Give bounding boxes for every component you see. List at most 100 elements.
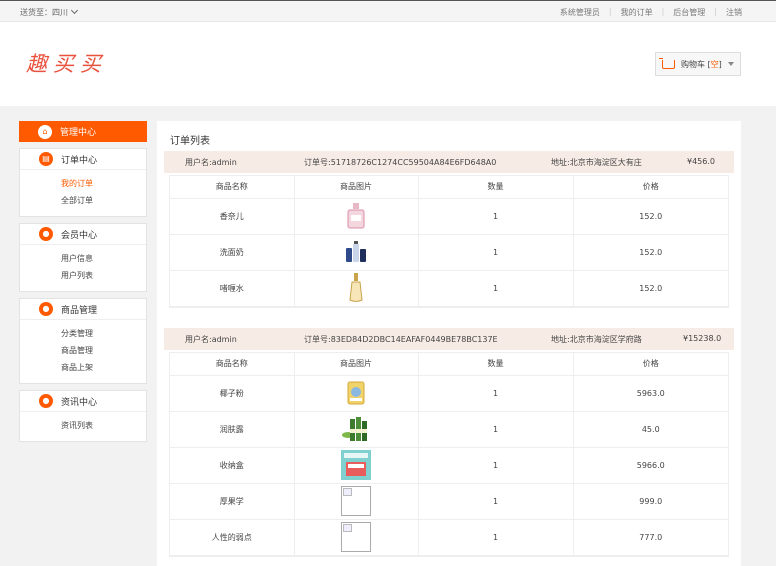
item-image-cell — [294, 198, 419, 235]
column-header: 数量 — [418, 176, 574, 199]
order-header: 用户名:admin 订单号:83ED84D2DBC14EAFAF0449BE78… — [164, 328, 734, 350]
order-user: 用户名:admin — [185, 335, 237, 344]
sidebar-group-label: 会员中心 — [61, 230, 98, 241]
table-row: 啫喱水 1 152.0 — [170, 270, 728, 307]
divider: | — [608, 7, 612, 16]
user-icon: ● — [39, 394, 53, 408]
ship-to-selector[interactable]: 送货至：四川 — [20, 6, 79, 18]
order-user: 用户名:admin — [185, 158, 237, 167]
item-name: 厚果学 — [170, 483, 295, 520]
sidebar-group-products: ● 商品管理 分类管理 商品管理 商品上架 — [19, 298, 147, 384]
order-address: 地址:北京市海淀区大有庄 — [551, 158, 642, 167]
sidebar-group-orders: ▤ 订单中心 我的订单 全部订单 — [19, 148, 147, 217]
item-price: 5966.0 — [573, 447, 728, 484]
item-qty: 1 — [418, 447, 574, 484]
gel-bottle-image[interactable] — [349, 273, 363, 303]
item-image-cell — [294, 519, 419, 556]
item-qty: 1 — [418, 375, 574, 412]
lotion-bottles-image[interactable] — [342, 415, 370, 443]
site-header: 趣买买 购物车 [ 空 ] — [0, 22, 776, 106]
sidebar-item-news-list[interactable]: 资讯列表 — [61, 417, 146, 434]
top-link-admin[interactable]: 系统管理员 — [560, 7, 600, 18]
order-items-table: 商品名称 商品图片 数量 价格 香奈儿 1 152.0 洗面奶 1 152.0 … — [170, 176, 728, 307]
sidebar-group-label: 资讯中心 — [61, 397, 98, 408]
chevron-down-icon — [70, 6, 79, 15]
user-icon: ● — [39, 227, 53, 241]
broken-image-icon[interactable] — [341, 486, 371, 516]
item-qty: 1 — [418, 234, 574, 271]
item-image-cell — [294, 447, 419, 484]
sidebar-group-members: ● 会员中心 用户信息 用户列表 — [19, 223, 147, 292]
cleanser-bottles-image[interactable] — [345, 240, 367, 264]
order-card: 用户名:admin 订单号:83ED84D2DBC14EAFAF0449BE78… — [164, 328, 734, 557]
broken-image-icon[interactable] — [341, 522, 371, 552]
item-name: 啫喱水 — [170, 270, 295, 307]
cart-button[interactable]: 购物车 [ 空 ] — [655, 52, 741, 76]
sidebar-item-all-orders[interactable]: 全部订单 — [61, 192, 146, 209]
ship-to-label: 送货至：四川 — [20, 8, 68, 17]
coconut-powder-image[interactable] — [346, 380, 366, 406]
sidebar: ⌂ 管理中心 ▤ 订单中心 我的订单 全部订单 ● 会员中心 用户信息 用户列表… — [19, 121, 147, 442]
order-items: 商品名称 商品图片 数量 价格 香奈儿 1 152.0 洗面奶 1 152.0 … — [169, 175, 729, 308]
item-name: 椰子粉 — [170, 375, 295, 412]
item-name: 人性的弱点 — [170, 519, 295, 556]
item-qty: 1 — [418, 519, 574, 556]
item-price: 152.0 — [573, 234, 728, 271]
item-price: 999.0 — [573, 483, 728, 520]
document-icon: ▤ — [39, 152, 53, 166]
sidebar-item-category-manage[interactable]: 分类管理 — [61, 325, 146, 342]
column-header: 商品图片 — [294, 176, 419, 199]
item-price: 152.0 — [573, 270, 728, 307]
sidebar-group-title[interactable]: ▤ 订单中心 — [20, 149, 146, 170]
table-header-row: 商品名称 商品图片 数量 价格 — [170, 353, 728, 376]
cart-label-close: ] — [718, 59, 722, 69]
item-image-cell — [294, 270, 419, 307]
top-link-backend[interactable]: 后台管理 — [673, 7, 705, 18]
sidebar-group-title[interactable]: ● 会员中心 — [20, 224, 146, 245]
item-price: 152.0 — [573, 198, 728, 235]
top-link-logout[interactable]: 注销 — [726, 7, 742, 18]
divider: | — [661, 7, 665, 16]
home-icon: ⌂ — [38, 124, 52, 139]
caret-down-icon — [727, 62, 734, 66]
perfume-bottle-image[interactable] — [347, 203, 365, 229]
item-price: 777.0 — [573, 519, 728, 556]
top-link-my-orders[interactable]: 我的订单 — [621, 7, 653, 18]
sidebar-group-title[interactable]: ● 资讯中心 — [20, 391, 146, 412]
column-header: 价格 — [573, 353, 728, 376]
item-qty: 1 — [418, 198, 574, 235]
sidebar-item-user-list[interactable]: 用户列表 — [61, 267, 146, 284]
item-qty: 1 — [418, 270, 574, 307]
column-header: 数量 — [418, 353, 574, 376]
order-items: 商品名称 商品图片 数量 价格 椰子粉 1 5963.0 润肤露 1 45.0 … — [169, 352, 729, 557]
cart-icon — [659, 57, 675, 69]
order-total: ¥456.0 — [687, 157, 715, 166]
item-name: 收纳盒 — [170, 447, 295, 484]
sidebar-group-label: 订单中心 — [61, 155, 98, 166]
column-header: 商品名称 — [170, 176, 295, 199]
item-image-cell — [294, 411, 419, 448]
page-title: 订单列表 — [170, 136, 210, 147]
item-name: 洗面奶 — [170, 234, 295, 271]
logo[interactable]: 趣买买 — [26, 48, 107, 78]
sidebar-item-user-info[interactable]: 用户信息 — [61, 250, 146, 267]
item-image-cell — [294, 234, 419, 271]
sidebar-item-my-orders[interactable]: 我的订单 — [61, 175, 146, 192]
item-image-cell — [294, 483, 419, 520]
table-row: 洗面奶 1 152.0 — [170, 234, 728, 271]
table-row: 香奈儿 1 152.0 — [170, 198, 728, 235]
sidebar-item-product-manage[interactable]: 商品管理 — [61, 342, 146, 359]
sidebar-item-product-listing[interactable]: 商品上架 — [61, 359, 146, 376]
column-header: 商品名称 — [170, 353, 295, 376]
column-header: 价格 — [573, 176, 728, 199]
table-header-row: 商品名称 商品图片 数量 价格 — [170, 176, 728, 199]
sidebar-group-title[interactable]: ● 商品管理 — [20, 299, 146, 320]
order-address: 地址:北京市海淀区学府路 — [551, 335, 642, 344]
table-row: 厚果学 1 999.0 — [170, 483, 728, 520]
order-number: 订单号:51718726C1274CC59504A84E6FD648A0 — [304, 158, 497, 167]
storage-box-image[interactable] — [341, 450, 371, 480]
item-image-cell — [294, 375, 419, 412]
order-total: ¥15238.0 — [683, 334, 722, 343]
sidebar-header[interactable]: ⌂ 管理中心 — [19, 121, 147, 142]
table-row: 润肤露 1 45.0 — [170, 411, 728, 448]
